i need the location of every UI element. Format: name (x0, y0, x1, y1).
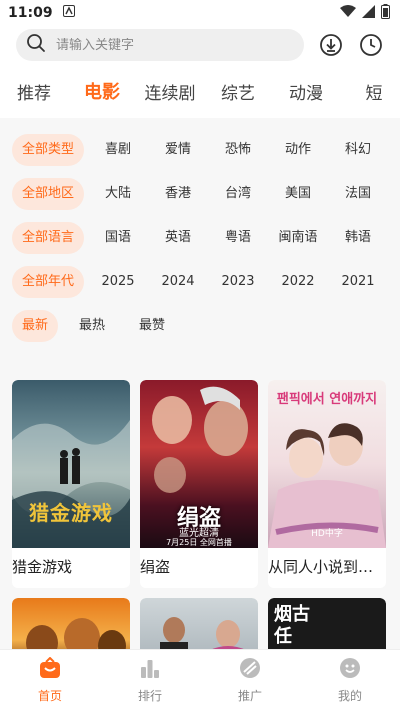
filter-type-option[interactable]: 恐怖 (208, 134, 268, 166)
filter-type-option[interactable]: 喜剧 (88, 134, 148, 166)
filter-region-option[interactable]: 大陆 (88, 178, 148, 210)
nav-home[interactable]: 首页 (0, 650, 100, 711)
top-bar (0, 26, 400, 64)
filter-language-option[interactable]: 粤语 (208, 222, 268, 254)
filter-region-option[interactable]: 美国 (268, 178, 328, 210)
filter-type-option[interactable]: 科幻 (328, 134, 388, 166)
movie-poster[interactable]: 팬픽에서 연애까지 HD中字 (268, 380, 386, 548)
movie-title: 猎金游戏 (12, 558, 73, 576)
sort-most-liked[interactable]: 最赞 (122, 310, 182, 342)
bottom-nav: 首页 排行 推广 我的 (0, 649, 400, 711)
sort-latest[interactable]: 最新 (12, 310, 59, 342)
ranking-icon (139, 657, 161, 683)
search-box[interactable] (16, 29, 304, 61)
filter-row-year: 全部年代 2025 2024 2023 2022 2021 (0, 260, 400, 304)
filter-year-option[interactable]: 2023 (208, 266, 268, 298)
download-icon[interactable] (318, 32, 344, 58)
filter-row-sort: 最新 最热 最赞 (0, 304, 400, 348)
filter-year-all[interactable]: 全部年代 (12, 266, 85, 298)
movie-card[interactable]: 猎金游戏 猎金游戏 (12, 380, 130, 588)
filter-year-option[interactable]: 2024 (148, 266, 208, 298)
filter-language-option[interactable]: 闽南语 (268, 222, 328, 254)
status-left: 11:09 (8, 5, 75, 21)
search-icon (26, 33, 46, 57)
filter-language-option[interactable]: 英语 (148, 222, 208, 254)
tab-movie[interactable]: 电影 (68, 78, 136, 104)
status-time: 11:09 (8, 5, 53, 21)
tab-variety[interactable]: 综艺 (204, 79, 272, 104)
nav-mine-label: 我的 (337, 689, 362, 703)
filter-year-option[interactable]: 2025 (88, 266, 148, 298)
promote-icon (239, 657, 261, 683)
sort-hottest[interactable]: 最热 (62, 310, 122, 342)
filter-type-option[interactable]: 动作 (268, 134, 328, 166)
home-icon (39, 656, 61, 683)
poster-title-text: 烟古 任 (274, 604, 310, 647)
poster-title-text: 猎金游戏 (29, 501, 113, 525)
filter-language-option[interactable]: 国语 (88, 222, 148, 254)
filter-row-language: 全部语言 国语 英语 粤语 闽南语 韩语 (0, 216, 400, 260)
filter-type-option[interactable]: 爱情 (148, 134, 208, 166)
filter-row-type: 全部类型 喜剧 爱情 恐怖 动作 科幻 (0, 128, 400, 172)
nav-promote[interactable]: 推广 (200, 650, 300, 711)
filter-type-all[interactable]: 全部类型 (12, 134, 85, 166)
status-right (340, 3, 390, 23)
search-input[interactable] (56, 37, 294, 53)
signal-icon (362, 4, 375, 22)
filter-region-option[interactable]: 香港 (148, 178, 208, 210)
nav-home-label: 首页 (37, 689, 62, 703)
movie-poster[interactable]: 猎金游戏 (12, 380, 130, 548)
filter-panel: 全部类型 喜剧 爱情 恐怖 动作 科幻 全部地区 大陆 香港 台湾 美国 法国 … (0, 118, 400, 348)
nav-promote-label: 推广 (237, 689, 262, 703)
category-tabs: 推荐 电影 连续剧 综艺 动漫 短 (0, 64, 400, 118)
battery-icon (381, 3, 390, 23)
movie-card[interactable]: 팬픽에서 연애까지 HD中字 从同人小说到… (268, 380, 386, 588)
wifi-icon (340, 4, 356, 22)
tab-recommend[interactable]: 推荐 (0, 79, 68, 104)
movie-poster[interactable]: 绢盗 蓝光超清 7月25日 全网首播 (140, 380, 258, 548)
filter-region-option[interactable]: 法国 (328, 178, 388, 210)
movie-title: 从同人小说到… (268, 558, 374, 576)
poster-date: 7月25日 全网首播 (166, 538, 232, 547)
history-icon[interactable] (358, 32, 384, 58)
filter-year-option[interactable]: 2022 (268, 266, 328, 298)
filter-region-all[interactable]: 全部地区 (12, 178, 85, 210)
movie-grid: 猎金游戏 猎金游戏 绢盗 蓝光超清 7月25日 全网首播 绢盗 팬픽에서 연애까… (0, 380, 400, 588)
filter-row-region: 全部地区 大陆 香港 台湾 美国 法国 (0, 172, 400, 216)
movie-title: 绢盗 (140, 558, 171, 576)
filter-region-option[interactable]: 台湾 (208, 178, 268, 210)
nav-ranking[interactable]: 排行 (100, 650, 200, 711)
poster-badge: HD中字 (311, 529, 343, 539)
profile-icon (339, 657, 361, 683)
filter-year-option[interactable]: 2021 (328, 266, 388, 298)
poster-title-text: 팬픽에서 연애까지 (276, 392, 378, 407)
filter-language-option[interactable]: 韩语 (328, 222, 388, 254)
status-bar: 11:09 (0, 0, 400, 26)
nav-ranking-label: 排行 (137, 689, 162, 703)
movie-card[interactable]: 绢盗 蓝光超清 7月25日 全网首播 绢盗 (140, 380, 258, 588)
nav-mine[interactable]: 我的 (300, 650, 400, 711)
notification-icon (62, 5, 75, 21)
tab-series[interactable]: 连续剧 (136, 79, 204, 104)
tab-short[interactable]: 短 (340, 79, 400, 104)
filter-language-all[interactable]: 全部语言 (12, 222, 85, 254)
tab-anime[interactable]: 动漫 (272, 79, 340, 104)
